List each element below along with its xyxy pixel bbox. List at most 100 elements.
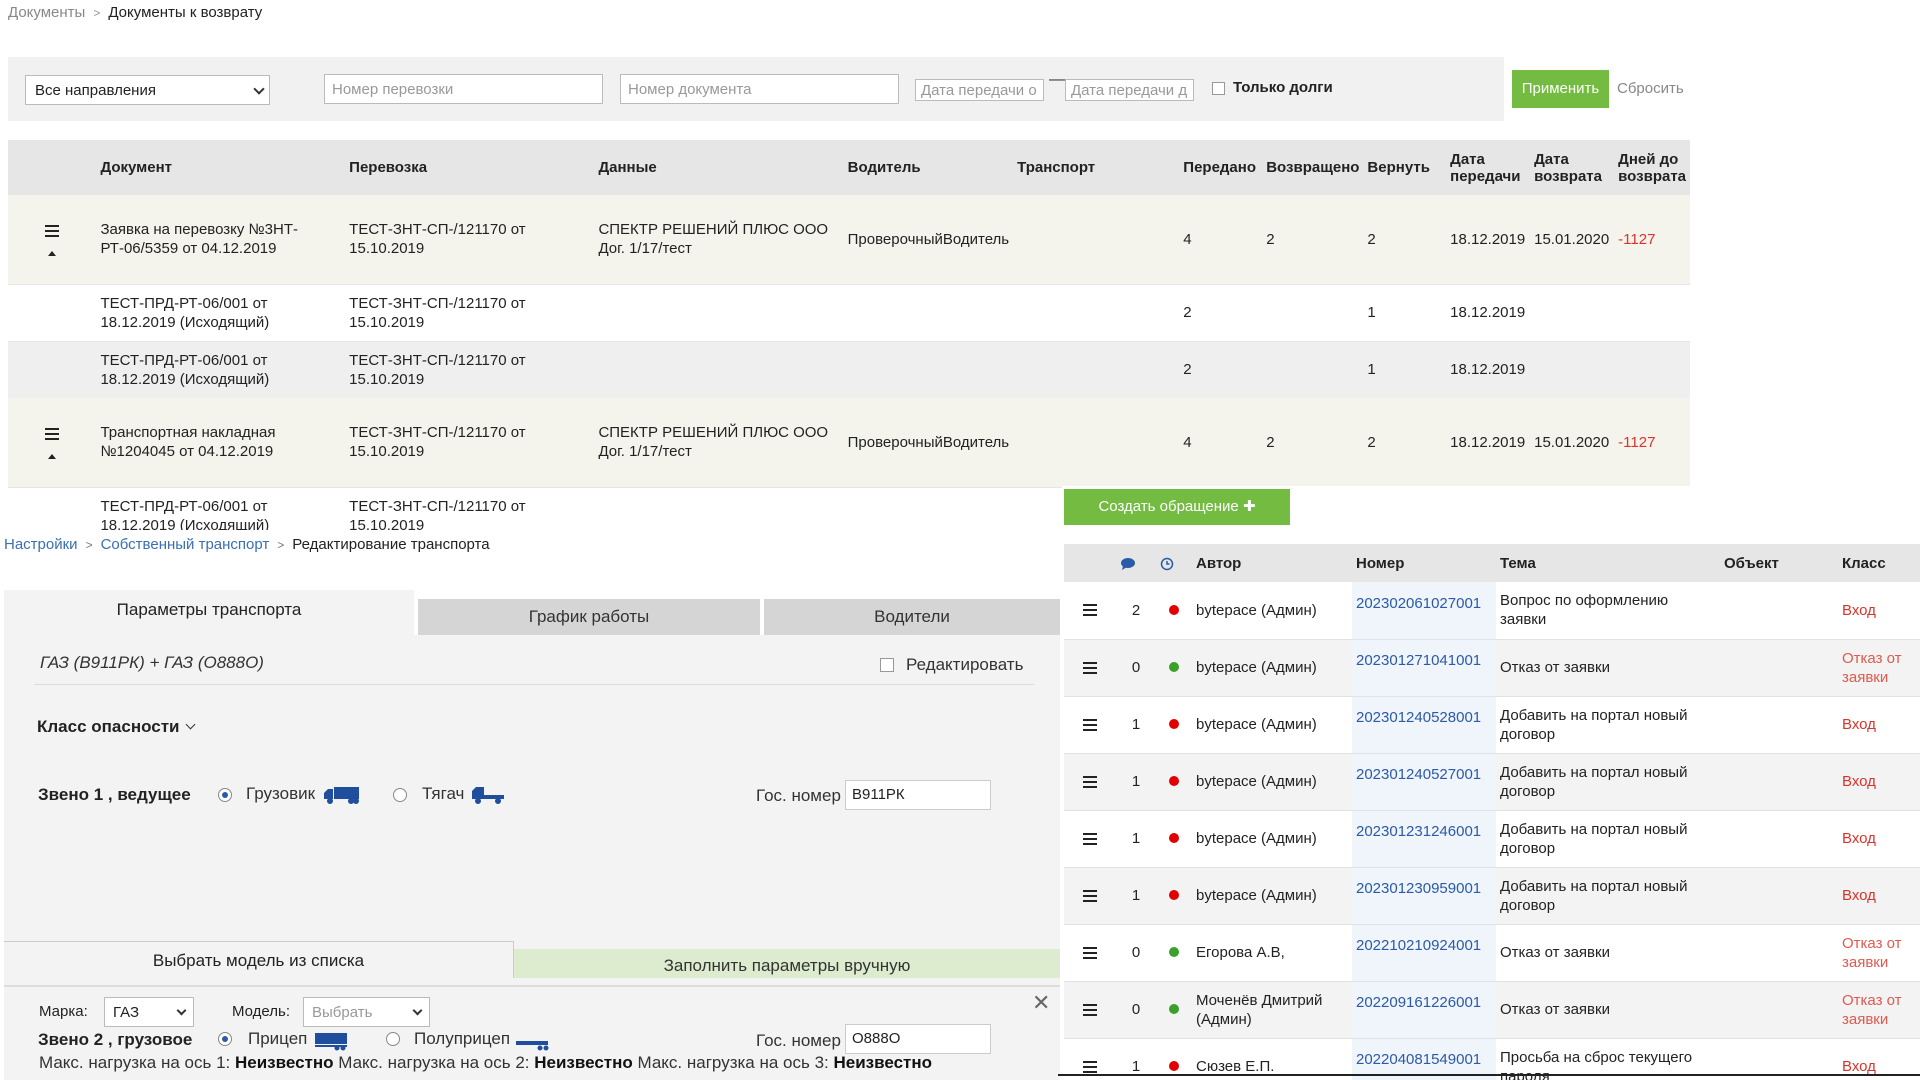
ticket-number-link[interactable]: 202210210924001 — [1356, 937, 1481, 954]
cell-number[interactable]: 202302061027001 — [1352, 582, 1496, 640]
ticket-row[interactable]: 1 bytepace (Админ) 202301230959001 Добавить… — [1064, 867, 1920, 925]
menu-icon[interactable] — [1083, 832, 1097, 845]
document-number-input[interactable] — [620, 74, 899, 104]
cell-number[interactable]: 202210210924001 — [1352, 924, 1496, 982]
menu-icon[interactable] — [45, 428, 60, 441]
cell-number[interactable]: 202301240528001 — [1352, 696, 1496, 754]
edit-checkbox[interactable] — [880, 658, 894, 672]
collapse-icon[interactable] — [48, 251, 57, 257]
menu-icon[interactable] — [1083, 1060, 1097, 1073]
column-status[interactable] — [1156, 544, 1192, 582]
column-number[interactable]: Номер — [1352, 544, 1496, 582]
column-transport[interactable]: Транспорт — [1013, 140, 1180, 195]
ticket-number-link[interactable]: 202302061027001 — [1356, 595, 1481, 612]
cell-number[interactable]: 202301240527001 — [1352, 753, 1496, 811]
brand-select[interactable]: ГАЗ — [104, 997, 194, 1027]
tab-schedule[interactable]: График работы — [418, 599, 760, 635]
cell-author: Егорова А.В, — [1192, 924, 1352, 982]
ticket-number-link[interactable]: 202301230959001 — [1356, 880, 1481, 897]
menu-icon[interactable] — [1083, 1003, 1097, 1016]
cell-number[interactable]: 202301230959001 — [1352, 867, 1496, 925]
cell-comment-count: 1 — [1116, 696, 1156, 754]
ticket-row[interactable]: 1 bytepace (Админ) 202301240527001 Добавить… — [1064, 753, 1920, 811]
date-to-input[interactable] — [1065, 79, 1194, 101]
ticket-number-link[interactable]: 202301231246001 — [1356, 823, 1481, 840]
menu-icon[interactable] — [45, 225, 60, 238]
column-document[interactable]: Документ — [96, 140, 346, 195]
column-to-return[interactable]: Вернуть — [1363, 140, 1447, 195]
column-driver[interactable]: Водитель — [843, 140, 1014, 195]
reset-button[interactable]: Сбросить — [1617, 80, 1684, 97]
menu-icon[interactable] — [1083, 661, 1097, 674]
ticket-row[interactable]: 0 Моченёв Дмитрий (Админ) 202209161226001 О… — [1064, 981, 1920, 1039]
divider — [1058, 1074, 1920, 1076]
cell-days: -1127 — [1614, 195, 1690, 284]
column-comments[interactable] — [1116, 544, 1156, 582]
column-author[interactable]: Автор — [1192, 544, 1352, 582]
trailer-icon — [315, 1033, 347, 1051]
cell-data — [594, 486, 844, 530]
chevron-down-icon — [253, 83, 265, 95]
tractor-label: Тягач — [422, 784, 465, 803]
menu-icon[interactable] — [1083, 889, 1097, 902]
ticket-number-link[interactable]: 202301240528001 — [1356, 709, 1481, 726]
debts-only-checkbox[interactable] — [1212, 82, 1225, 95]
column-subject[interactable]: Тема — [1496, 544, 1720, 582]
chevron-down-icon — [176, 1005, 187, 1016]
column-carriage[interactable]: Перевозка — [345, 140, 595, 195]
ticket-row[interactable]: 1 bytepace (Админ) 202301231246001 Добавить… — [1064, 810, 1920, 868]
date-from-input[interactable] — [915, 79, 1044, 101]
tab-transport-params[interactable]: Параметры транспорта — [4, 590, 414, 635]
document-row[interactable]: Заявка на перевозку №3НТ-РТ-06/5359 от 0… — [8, 195, 1690, 284]
breadcrumb-own-transport[interactable]: Собственный транспорт — [101, 536, 270, 553]
apply-button[interactable]: Применить — [1512, 70, 1609, 108]
cell-driver: ПроверочныйВодитель — [843, 195, 1014, 284]
create-ticket-button[interactable]: Создать обращение ✚ — [1064, 489, 1290, 525]
cell-subject: Добавить на портал новый договор — [1496, 696, 1720, 754]
semitrailer-radio[interactable] — [386, 1032, 400, 1046]
ticket-number-link[interactable]: 202301240527001 — [1356, 766, 1481, 783]
plate2-input[interactable]: О888О — [845, 1024, 991, 1054]
model-select[interactable]: Выбрать — [303, 997, 430, 1027]
cell-number[interactable]: 202301271041001 — [1352, 639, 1496, 697]
ticket-row[interactable]: 1 bytepace (Админ) 202301240528001 Добавить… — [1064, 696, 1920, 754]
carriage-number-input[interactable] — [324, 74, 603, 104]
direction-select[interactable]: Все направления — [25, 75, 270, 105]
cell-number[interactable]: 202301231246001 — [1352, 810, 1496, 868]
menu-icon[interactable] — [1083, 604, 1097, 617]
ticket-number-link[interactable]: 202204081549001 — [1356, 1051, 1481, 1068]
column-returned[interactable]: Возвращено — [1262, 140, 1364, 195]
document-subrow[interactable]: ТЕСТ-ПРД-РТ-06/001 от 18.12.2019 (Исходя… — [8, 340, 1690, 398]
breadcrumb-settings[interactable]: Настройки — [4, 536, 78, 553]
menu-icon[interactable] — [1083, 775, 1097, 788]
ticket-row[interactable]: 0 bytepace (Админ) 202301271041001 Отказ от… — [1064, 639, 1920, 697]
tab-drivers[interactable]: Водители — [764, 599, 1060, 635]
plate1-input[interactable]: В911РК — [845, 780, 991, 810]
column-days-to-return[interactable]: Дней до возврата — [1614, 140, 1690, 195]
breadcrumb-separator-icon: > — [85, 538, 93, 552]
document-row[interactable]: Транспортная накладная №1204045 от 04.12… — [8, 398, 1690, 487]
column-data[interactable]: Данные — [594, 140, 844, 195]
trailer-radio[interactable] — [218, 1032, 232, 1046]
document-subrow[interactable]: ТЕСТ-ПРД-РТ-06/001 от 18.12.2019 (Исходя… — [8, 283, 1690, 341]
column-date-return[interactable]: Дата возврата — [1530, 140, 1615, 195]
ticket-row[interactable]: 2 bytepace (Админ) 202302061027001 Вопрос п… — [1064, 582, 1920, 640]
truck-radio[interactable] — [218, 788, 232, 802]
menu-icon[interactable] — [1083, 718, 1097, 731]
tractor-radio[interactable] — [393, 788, 407, 802]
ticket-number-link[interactable]: 202209161226001 — [1356, 994, 1481, 1011]
column-object[interactable]: Объект — [1720, 544, 1838, 582]
menu-icon[interactable] — [1083, 946, 1097, 959]
ticket-row[interactable]: 0 Егорова А.В, 202210210924001 Отказ от зая… — [1064, 924, 1920, 982]
column-class[interactable]: Класс — [1838, 544, 1920, 582]
ticket-number-link[interactable]: 202301271041001 — [1356, 652, 1481, 669]
hazard-class-toggle[interactable]: Класс опасности — [37, 717, 196, 737]
breadcrumb-documents[interactable]: Документы — [8, 4, 85, 21]
cell-number[interactable]: 202209161226001 — [1352, 981, 1496, 1039]
tab-select-model[interactable]: Выбрать модель из списка — [4, 941, 514, 978]
close-icon[interactable]: ✕ — [1032, 992, 1050, 1014]
collapse-icon[interactable] — [48, 454, 57, 460]
column-sent[interactable]: Передано — [1179, 140, 1263, 195]
link1-title: Звено 1 , ведущее — [38, 785, 191, 804]
column-date-sent[interactable]: Дата передачи — [1446, 140, 1531, 195]
